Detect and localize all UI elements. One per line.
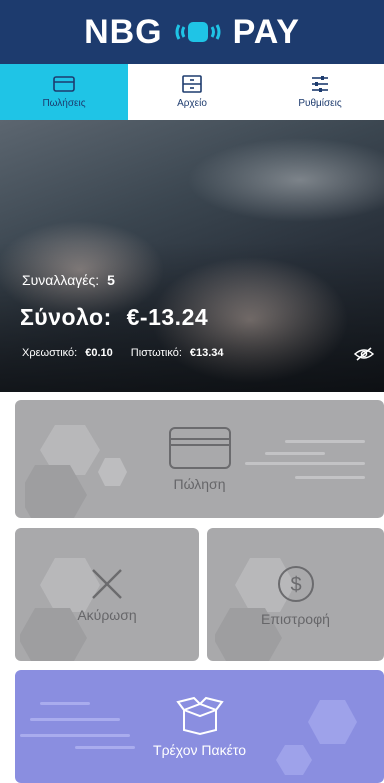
sale-button[interactable]: Πώληση bbox=[15, 400, 384, 518]
speed-line bbox=[285, 440, 365, 443]
tab-archive-label: Αρχείο bbox=[177, 98, 207, 109]
tab-archive[interactable]: Αρχείο bbox=[128, 64, 256, 120]
brand-logo: NBG PAY bbox=[84, 13, 300, 52]
dollar-refund-icon: $ bbox=[277, 565, 314, 602]
card-icon bbox=[53, 76, 75, 92]
archive-icon bbox=[182, 75, 202, 93]
speed-line bbox=[75, 746, 135, 749]
tab-sales-label: Πωλήσεις bbox=[42, 98, 86, 109]
cancel-label: Ακύρωση bbox=[77, 606, 137, 623]
tab-sales[interactable]: Πωλήσεις bbox=[0, 64, 128, 120]
credit-value: €13.34 bbox=[189, 347, 224, 359]
brand-name-left: NBG bbox=[84, 12, 163, 51]
total-value: €-13.24 bbox=[126, 304, 209, 330]
debit-value: €0.10 bbox=[85, 347, 113, 359]
transactions-label: Συναλλαγές: bbox=[22, 272, 100, 288]
refund-label: Επιστροφή bbox=[261, 610, 330, 627]
tab-settings-label: Ρυθμίσεις bbox=[298, 98, 342, 109]
brand-name-right: PAY bbox=[232, 12, 300, 51]
package-icon bbox=[175, 696, 224, 735]
speed-line bbox=[245, 462, 365, 465]
speed-line bbox=[30, 718, 120, 721]
speed-line bbox=[20, 734, 130, 737]
total-amount: Σύνολο: €-13.24 bbox=[20, 304, 208, 331]
current-package-button[interactable]: Τρέχον Πακέτο bbox=[15, 670, 384, 783]
debit-credit-summary: Χρεωστικό: €0.10 Πιστωτικό: €13.34 bbox=[22, 347, 372, 359]
hexagon-decoration bbox=[25, 425, 127, 518]
transactions-summary: Συναλλαγές: 5 bbox=[22, 272, 115, 288]
card-icon bbox=[168, 427, 231, 469]
chip-wave-icon bbox=[175, 22, 221, 42]
sliders-icon bbox=[312, 76, 328, 92]
total-label: Σύνολο: bbox=[20, 304, 112, 330]
cancel-button[interactable]: Ακύρωση bbox=[15, 528, 199, 661]
close-icon bbox=[92, 568, 122, 599]
credit-label: Πιστωτικό: bbox=[130, 347, 182, 359]
transactions-count: 5 bbox=[107, 272, 115, 288]
refund-button[interactable]: $ Επιστροφή bbox=[207, 528, 384, 661]
tab-bar: Πωλήσεις Αρχείο Ρυθμίσεις bbox=[0, 64, 384, 120]
hexagon-decoration bbox=[276, 700, 357, 775]
debit-label: Χρεωστικό: bbox=[22, 347, 78, 359]
sale-label: Πώληση bbox=[173, 476, 226, 492]
package-label: Τρέχον Πακέτο bbox=[153, 741, 246, 758]
svg-text:$: $ bbox=[290, 574, 301, 596]
speed-line bbox=[265, 452, 325, 455]
eye-off-icon[interactable] bbox=[354, 347, 374, 361]
speed-line bbox=[295, 476, 365, 479]
tab-settings[interactable]: Ρυθμίσεις bbox=[256, 64, 384, 120]
speed-line bbox=[40, 702, 90, 705]
app-header: NBG PAY bbox=[0, 0, 384, 64]
